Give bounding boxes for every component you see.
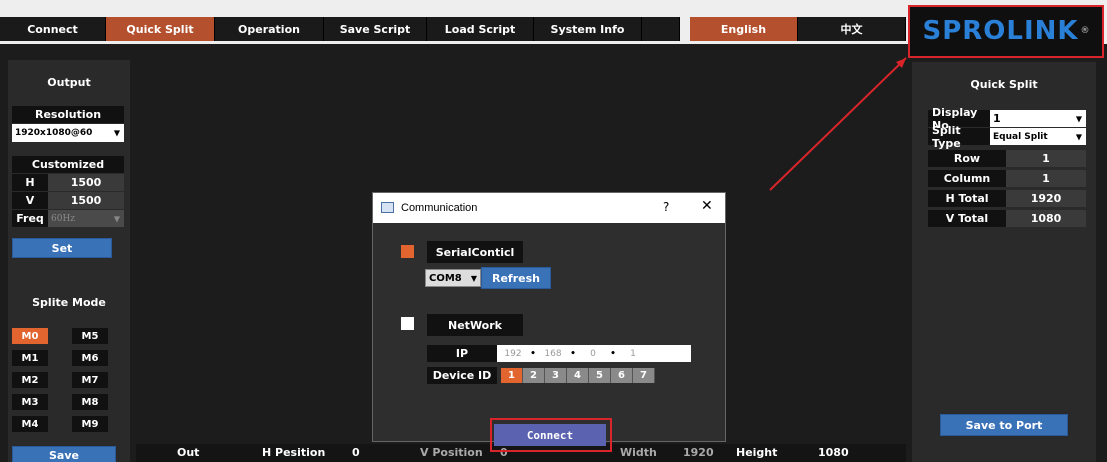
- split-type-label: Split Type: [928, 124, 990, 150]
- help-button[interactable]: ?: [663, 200, 669, 214]
- freq-label: Freq: [12, 210, 48, 227]
- communication-dialog: Communication ? ✕ SerialConticl COM8 ▼ R…: [372, 192, 726, 442]
- mode-m6-button[interactable]: M6: [72, 350, 108, 366]
- column-input[interactable]: 1: [1006, 170, 1086, 187]
- row-label: Row: [928, 150, 1006, 167]
- save-to-port-button[interactable]: Save to Port: [940, 414, 1068, 436]
- v-position-label: V Position: [420, 446, 483, 459]
- freq-select[interactable]: 60Hz ▼: [48, 210, 124, 227]
- dialog-title: Communication: [401, 202, 478, 214]
- height-label: Height: [736, 446, 778, 459]
- width-value[interactable]: 1920: [683, 446, 714, 459]
- set-button[interactable]: Set: [12, 238, 112, 258]
- close-button[interactable]: ✕: [701, 198, 713, 214]
- resolution-label: Resolution: [12, 106, 124, 123]
- device-id-4-button[interactable]: 4: [567, 368, 589, 383]
- ip-dot: •: [610, 348, 616, 359]
- column-label: Column: [928, 170, 1006, 187]
- h-position-label: H Pesition: [262, 446, 326, 459]
- resolution-select[interactable]: 1920x1080@60 ▼: [12, 124, 124, 142]
- h-total-input[interactable]: 1920: [1006, 190, 1086, 207]
- mode-m2-button[interactable]: M2: [12, 372, 48, 388]
- chevron-down-icon: ▼: [113, 214, 120, 223]
- chevron-down-icon: ▼: [1075, 114, 1082, 123]
- v-input[interactable]: 1500: [48, 192, 124, 209]
- width-label: Width: [620, 446, 657, 459]
- h-label: H: [12, 174, 48, 191]
- network-label: NetWork: [427, 314, 523, 336]
- mode-m3-button[interactable]: M3: [12, 394, 48, 410]
- mode-m9-button[interactable]: M9: [72, 416, 108, 432]
- row-input[interactable]: 1: [1006, 150, 1086, 167]
- h-total-label: H Total: [928, 190, 1006, 207]
- display-no-select[interactable]: 1 ▼: [990, 110, 1086, 127]
- v-label: V: [12, 192, 48, 209]
- ip-octet-2[interactable]: 168: [537, 349, 569, 359]
- chevron-down-icon: ▼: [113, 128, 120, 138]
- device-id-5-button[interactable]: 5: [589, 368, 611, 383]
- device-id-3-button[interactable]: 3: [545, 368, 567, 383]
- h-input[interactable]: 1500: [48, 174, 124, 191]
- refresh-button[interactable]: Refresh: [481, 267, 551, 289]
- resolution-value: 1920x1080@60: [15, 128, 93, 138]
- ip-dot: •: [530, 348, 536, 359]
- device-id-6-button[interactable]: 6: [611, 368, 633, 383]
- mode-m4-button[interactable]: M4: [12, 416, 48, 432]
- device-id-label: Device ID: [427, 367, 497, 384]
- serial-control-label: SerialConticl: [427, 241, 523, 263]
- chevron-down-icon: ▼: [1075, 132, 1082, 141]
- dialog-titlebar[interactable]: Communication ? ✕: [373, 193, 725, 223]
- serial-checkbox[interactable]: [401, 245, 414, 258]
- save-mode-button[interactable]: Save: [12, 446, 116, 462]
- mode-m5-button[interactable]: M5: [72, 328, 108, 344]
- ip-octet-4[interactable]: 1: [617, 349, 649, 359]
- mode-m7-button[interactable]: M7: [72, 372, 108, 388]
- ip-dot: •: [570, 348, 576, 359]
- v-total-label: V Total: [928, 210, 1006, 227]
- split-type-select[interactable]: Equal Split ▼: [990, 128, 1086, 145]
- h-position-value[interactable]: 0: [352, 446, 360, 459]
- split-type-value: Equal Split: [993, 131, 1048, 142]
- ip-octet-3[interactable]: 0: [577, 349, 609, 359]
- mode-m8-button[interactable]: M8: [72, 394, 108, 410]
- display-no-value: 1: [993, 112, 1001, 125]
- customized-label: Customized: [12, 156, 124, 173]
- freq-value: 60Hz: [51, 213, 76, 224]
- com-port-select[interactable]: COM8 ▼: [425, 269, 481, 287]
- window-icon: [381, 202, 394, 213]
- height-value[interactable]: 1080: [818, 446, 849, 459]
- device-id-1-button[interactable]: 1: [501, 368, 523, 383]
- ip-octet-1[interactable]: 192: [497, 349, 529, 359]
- out-label: Out: [177, 446, 200, 459]
- ip-label: IP: [427, 345, 497, 362]
- ip-address-field[interactable]: 192 • 168 • 0 • 1: [497, 345, 691, 362]
- v-total-input[interactable]: 1080: [1006, 210, 1086, 227]
- device-id-2-button[interactable]: 2: [523, 368, 545, 383]
- quick-split-title: Quick Split: [970, 78, 1038, 91]
- device-id-7-button[interactable]: 7: [633, 368, 655, 383]
- chevron-down-icon: ▼: [470, 273, 477, 283]
- output-title: Output: [47, 76, 91, 89]
- mode-m0-button[interactable]: M0: [12, 328, 48, 344]
- com-port-value: COM8: [429, 272, 462, 284]
- split-mode-title: Splite Mode: [32, 296, 106, 309]
- mode-m1-button[interactable]: M1: [12, 350, 48, 366]
- network-checkbox[interactable]: [401, 317, 414, 330]
- connect-highlight-box: [490, 418, 612, 452]
